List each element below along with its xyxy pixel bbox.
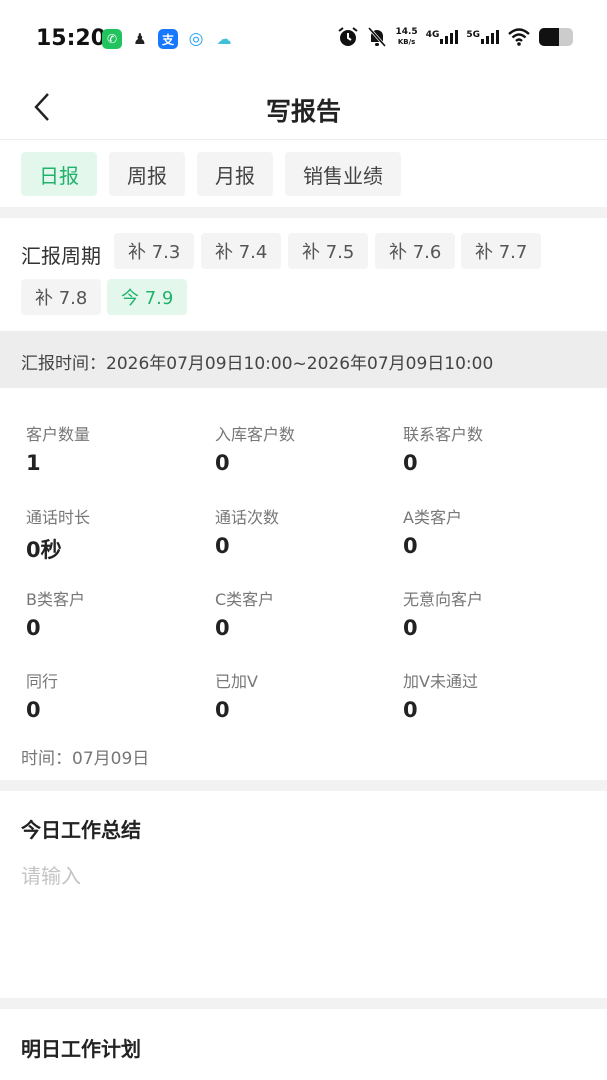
- stat-label: 客户数量: [26, 425, 91, 444]
- stat-no-intent: 无意向客户 0: [403, 586, 583, 640]
- network-speed-unit: KB/s: [397, 38, 416, 46]
- browser-icon: ◎: [188, 29, 204, 49]
- stat-call-count: 通话次数 0: [215, 504, 395, 558]
- signal-4g: 4G: [426, 30, 459, 44]
- period-chip-7-7[interactable]: 补 7.7: [461, 233, 542, 269]
- wechat-icon: ✆: [102, 29, 122, 49]
- stat-value: 0: [26, 698, 41, 722]
- report-time: 汇报时间：2026年07月09日10:00~2026年07月09日10:00: [21, 354, 494, 374]
- stat-added-v: 已加V 0: [215, 668, 395, 722]
- stat-label: 已加V: [215, 672, 258, 691]
- stat-call-duration: 通话时长 0秒: [26, 504, 206, 564]
- signal-bars-icon: [481, 30, 499, 44]
- nav-header: 写报告: [0, 80, 607, 140]
- period-label: 汇报周期: [21, 244, 101, 268]
- stat-value: 0: [403, 534, 418, 558]
- cloud-icon: ☁: [216, 30, 232, 48]
- stat-customer-count: 客户数量 1: [26, 421, 206, 475]
- signal-5g-label: 5G: [466, 30, 480, 40]
- signal-5g: 5G: [466, 30, 499, 44]
- stat-label: C类客户: [215, 590, 275, 609]
- period-chip-7-8[interactable]: 补 7.8: [21, 279, 102, 315]
- network-speed-value: 14.5: [395, 27, 418, 37]
- signal-4g-label: 4G: [425, 30, 440, 40]
- stat-label: 入库客户数: [215, 425, 296, 444]
- period-chip-7-5[interactable]: 补 7.5: [288, 233, 369, 269]
- stats-date: 时间：07月09日: [21, 749, 150, 769]
- stat-label: 加V未通过: [403, 672, 478, 691]
- page-title: 写报告: [265, 97, 341, 126]
- stat-value: 0: [215, 698, 230, 722]
- summary-input[interactable]: 请输入: [21, 860, 81, 889]
- status-time: 15:20: [36, 26, 107, 51]
- report-type-tabs: 日报 周报 月报 销售业绩: [21, 152, 401, 196]
- stat-value: 1: [26, 451, 41, 475]
- tab-daily[interactable]: 日报: [21, 152, 97, 196]
- stat-label: 同行: [26, 672, 59, 691]
- period-chip-today[interactable]: 今 7.9: [107, 279, 188, 315]
- stat-contacted-customers: 联系客户数 0: [403, 421, 583, 475]
- signal-bars-icon: [440, 30, 459, 44]
- stat-value: 0: [403, 616, 418, 640]
- wifi-icon: [508, 28, 530, 46]
- divider: [0, 998, 607, 1009]
- stat-label: 通话次数: [215, 508, 280, 527]
- period-chip-7-3[interactable]: 补 7.3: [114, 233, 195, 269]
- mute-icon: [368, 27, 387, 47]
- status-bar: 15:20 ✆ ♟ 支 ◎ ☁ 14.5 KB/s 4G 5G: [0, 0, 607, 80]
- tab-sales[interactable]: 销售业绩: [285, 152, 401, 196]
- period-chip-7-6[interactable]: 补 7.6: [375, 233, 456, 269]
- stat-value: 0: [215, 616, 230, 640]
- qq-icon: ♟: [133, 30, 147, 48]
- stat-value: 0: [403, 451, 418, 475]
- system-icons: 14.5 KB/s 4G 5G: [337, 26, 573, 48]
- stat-label: 通话时长: [26, 508, 91, 527]
- stat-label: 无意向客户: [403, 590, 484, 609]
- alarm-icon: [338, 27, 359, 46]
- stat-class-c: C类客户 0: [215, 586, 395, 640]
- summary-title: 今日工作总结: [21, 818, 141, 842]
- stat-value: 0: [215, 451, 230, 475]
- stat-value: 0: [403, 698, 418, 722]
- tab-monthly[interactable]: 月报: [197, 152, 273, 196]
- report-time-bar: 汇报时间：2026年07月09日10:00~2026年07月09日10:00: [0, 331, 607, 388]
- stat-v-not-passed: 加V未通过 0: [403, 668, 583, 722]
- notification-icons: ✆ ♟ 支 ◎ ☁: [102, 29, 234, 49]
- stat-peer: 同行 0: [26, 668, 206, 722]
- stat-label: 联系客户数: [403, 425, 484, 444]
- divider: [0, 780, 607, 791]
- stat-value: 0: [26, 616, 41, 640]
- tab-weekly[interactable]: 周报: [109, 152, 185, 196]
- stat-class-a: A类客户 0: [403, 504, 583, 558]
- plan-title: 明日工作计划: [21, 1037, 141, 1061]
- stat-label: A类客户: [403, 508, 462, 527]
- network-speed: 14.5 KB/s: [395, 27, 417, 47]
- alipay-icon: 支: [158, 29, 178, 49]
- period-chip-7-4[interactable]: 补 7.4: [201, 233, 282, 269]
- stat-value: 0: [215, 534, 230, 558]
- stat-stored-customers: 入库客户数 0: [215, 421, 395, 475]
- stat-class-b: B类客户 0: [26, 586, 206, 640]
- divider: [0, 207, 607, 218]
- stat-value: 0秒: [26, 538, 62, 562]
- battery-icon: [539, 28, 573, 46]
- stat-label: B类客户: [26, 590, 85, 609]
